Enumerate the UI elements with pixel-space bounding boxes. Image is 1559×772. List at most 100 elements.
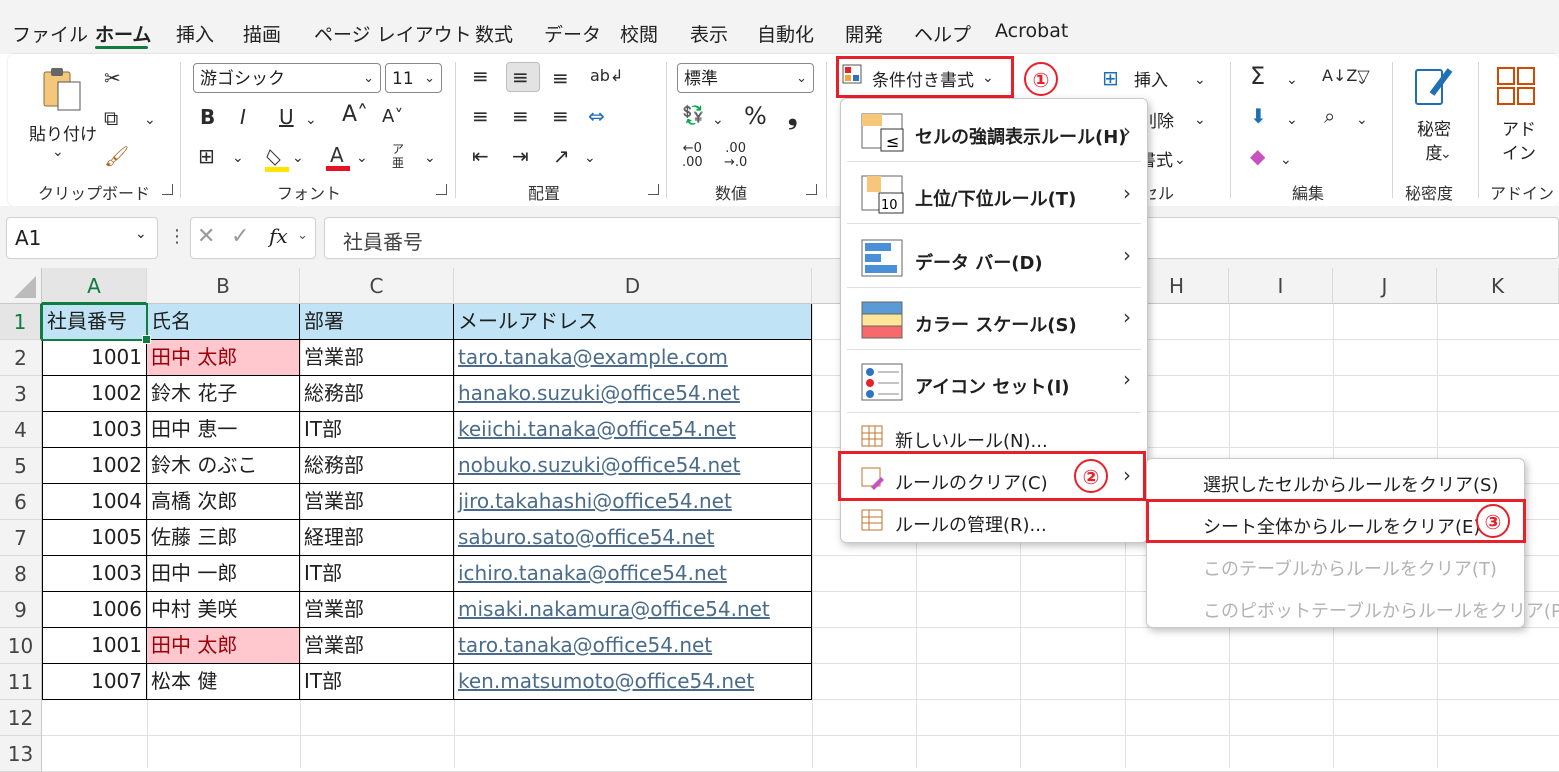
insert-cells-label[interactable]: 挿入: [1134, 66, 1168, 91]
autosum-dropdown-chevron-icon[interactable]: ⌄: [1286, 68, 1298, 92]
row-header-1[interactable]: 1: [0, 304, 42, 340]
row-header-12[interactable]: 12: [0, 700, 42, 736]
column-header-b[interactable]: B: [147, 268, 300, 304]
cell-d5[interactable]: nobuko.suzuki@office54.net: [454, 448, 812, 484]
paste-dropdown-chevron-icon[interactable]: ⌄: [52, 140, 64, 164]
tab-view[interactable]: 表示: [690, 20, 728, 47]
insert-function-icon[interactable]: fx: [269, 224, 288, 248]
tab-home[interactable]: ホーム: [95, 20, 151, 47]
phonetic-dropdown-chevron-icon[interactable]: ⌄: [424, 146, 436, 170]
cell-d4[interactable]: keiichi.tanaka@office54.net: [454, 412, 812, 448]
sensitivity-icon[interactable]: [1412, 64, 1454, 110]
fill-color-icon[interactable]: [265, 146, 289, 172]
cell-b1[interactable]: 氏名: [147, 304, 300, 340]
underline-dropdown-chevron-icon[interactable]: ⌄: [305, 108, 317, 132]
tab-automate[interactable]: 自動化: [757, 20, 814, 47]
italic-icon[interactable]: I: [240, 105, 246, 129]
find-select-icon[interactable]: ⌕: [1324, 104, 1335, 128]
cell-value[interactable]: nobuko.suzuki@office54.net: [458, 453, 740, 477]
number-launcher-icon[interactable]: [806, 184, 817, 195]
menu-data-bar[interactable]: データ バー(D): [915, 249, 1043, 275]
cell-d7[interactable]: saburo.sato@office54.net: [454, 520, 812, 556]
column-header-k[interactable]: K: [1437, 268, 1559, 304]
addins-button-label[interactable]: アドイン: [1502, 118, 1536, 166]
font-color-dropdown-chevron-icon[interactable]: ⌄: [356, 146, 368, 170]
menu-top-bottom-rules[interactable]: 上位/下位ルール(T): [915, 185, 1076, 211]
clear-icon[interactable]: ◆: [1250, 144, 1265, 168]
align-middle-button[interactable]: ≡: [506, 62, 540, 92]
align-right-icon[interactable]: ≡: [552, 104, 569, 128]
row-header-13[interactable]: 13: [0, 736, 42, 772]
addins-icon[interactable]: [1496, 66, 1538, 108]
merge-center-icon[interactable]: ⇔: [588, 104, 605, 128]
column-header-a[interactable]: A: [42, 268, 147, 304]
cell-b8[interactable]: 田中 一郎: [147, 556, 300, 592]
cell-d9[interactable]: misaki.nakamura@office54.net: [454, 592, 812, 628]
sensitivity-dropdown-chevron-icon[interactable]: ⌄: [1440, 142, 1452, 166]
column-header-j[interactable]: J: [1333, 268, 1437, 304]
fill-dropdown-chevron-icon[interactable]: ⌄: [1286, 108, 1298, 132]
sort-dropdown-chevron-icon[interactable]: ⌄: [1356, 68, 1368, 92]
tab-insert[interactable]: 挿入: [176, 20, 214, 47]
tab-draw[interactable]: 描画: [243, 20, 281, 47]
cell-value[interactable]: taro.tanaka@office54.net: [458, 633, 712, 657]
decrease-indent-icon[interactable]: ⇤: [472, 144, 489, 168]
autosum-icon[interactable]: Σ: [1250, 64, 1265, 88]
cell-c5[interactable]: 総務部: [300, 448, 454, 484]
cell-value[interactable]: misaki.nakamura@office54.net: [458, 597, 770, 621]
more-options-icon[interactable]: ⋮: [168, 226, 186, 247]
cell-a8[interactable]: 1003: [42, 556, 147, 592]
select-all-corner[interactable]: [0, 268, 42, 304]
cell-b10[interactable]: 田中 太郎: [147, 628, 300, 664]
row-header-10[interactable]: 10: [0, 628, 42, 664]
cell-c11[interactable]: IT部: [300, 664, 454, 700]
cell-c1[interactable]: 部署: [300, 304, 454, 340]
step1-highlight[interactable]: [836, 56, 1014, 98]
fill-handle[interactable]: [142, 335, 151, 344]
percent-style-icon[interactable]: %: [744, 104, 767, 128]
format-painter-icon[interactable]: 🖌: [104, 144, 129, 168]
decrease-font-size-icon[interactable]: A˅: [382, 105, 403, 129]
align-top-icon[interactable]: ≡: [472, 64, 489, 88]
cell-b5[interactable]: 鈴木 のぶこ: [147, 448, 300, 484]
find-dropdown-chevron-icon[interactable]: ⌄: [1356, 108, 1368, 132]
clear-dropdown-chevron-icon[interactable]: ⌄: [1280, 148, 1292, 172]
accounting-format-icon[interactable]: 💱: [682, 104, 704, 128]
fill-icon[interactable]: ⬇: [1250, 104, 1267, 128]
align-center-icon[interactable]: ≡: [512, 104, 529, 128]
cell-b6[interactable]: 高橋 次郎: [147, 484, 300, 520]
cell-c7[interactable]: 経理部: [300, 520, 454, 556]
cut-icon[interactable]: ✂: [104, 66, 121, 90]
cell-c3[interactable]: 総務部: [300, 376, 454, 412]
format-dropdown-chevron-icon[interactable]: ⌄: [1174, 148, 1186, 172]
tab-review[interactable]: 校閲: [620, 20, 658, 47]
cell-d11[interactable]: ken.matsumoto@office54.net: [454, 664, 812, 700]
copy-dropdown-chevron-icon[interactable]: ⌄: [144, 108, 156, 132]
cell-c4[interactable]: IT部: [300, 412, 454, 448]
wrap-text-orientation-icon[interactable]: ab↲: [590, 64, 623, 88]
comma-style-icon[interactable]: ❟: [788, 104, 797, 128]
text-orientation-icon[interactable]: ↗: [553, 144, 570, 168]
cell-c2[interactable]: 営業部: [300, 340, 454, 376]
menu-manage-rules[interactable]: ルールの管理(R)...: [895, 511, 1047, 537]
cell-a3[interactable]: 1002: [42, 376, 147, 412]
row-header-5[interactable]: 5: [0, 448, 42, 484]
insert-dropdown-chevron-icon[interactable]: ⌄: [1194, 68, 1206, 92]
cell-d10[interactable]: taro.tanaka@office54.net: [454, 628, 812, 664]
cell-b2[interactable]: 田中 太郎: [147, 340, 300, 376]
increase-decimal-icon[interactable]: ←0.00: [682, 142, 703, 170]
row-header-7[interactable]: 7: [0, 520, 42, 556]
row-header-6[interactable]: 6: [0, 484, 42, 520]
step3-highlight[interactable]: [1146, 499, 1526, 543]
cell-value[interactable]: ichiro.tanaka@office54.net: [458, 561, 727, 585]
cell-b11[interactable]: 松本 健: [147, 664, 300, 700]
tab-formulas[interactable]: 数式: [475, 20, 513, 47]
decrease-decimal-icon[interactable]: .00 →.0: [724, 142, 747, 170]
submenu-clear-selected[interactable]: 選択したセルからルールをクリア(S): [1203, 471, 1498, 497]
menu-highlight-rules[interactable]: セルの強調表示ルール(H): [915, 123, 1127, 149]
phonetic-guide-icon[interactable]: ア亜: [392, 142, 404, 170]
cell-b7[interactable]: 佐藤 三郎: [147, 520, 300, 556]
cell-a9[interactable]: 1006: [42, 592, 147, 628]
cell-value[interactable]: jiro.takahashi@office54.net: [458, 489, 732, 513]
cell-value[interactable]: hanako.suzuki@office54.net: [458, 381, 740, 405]
